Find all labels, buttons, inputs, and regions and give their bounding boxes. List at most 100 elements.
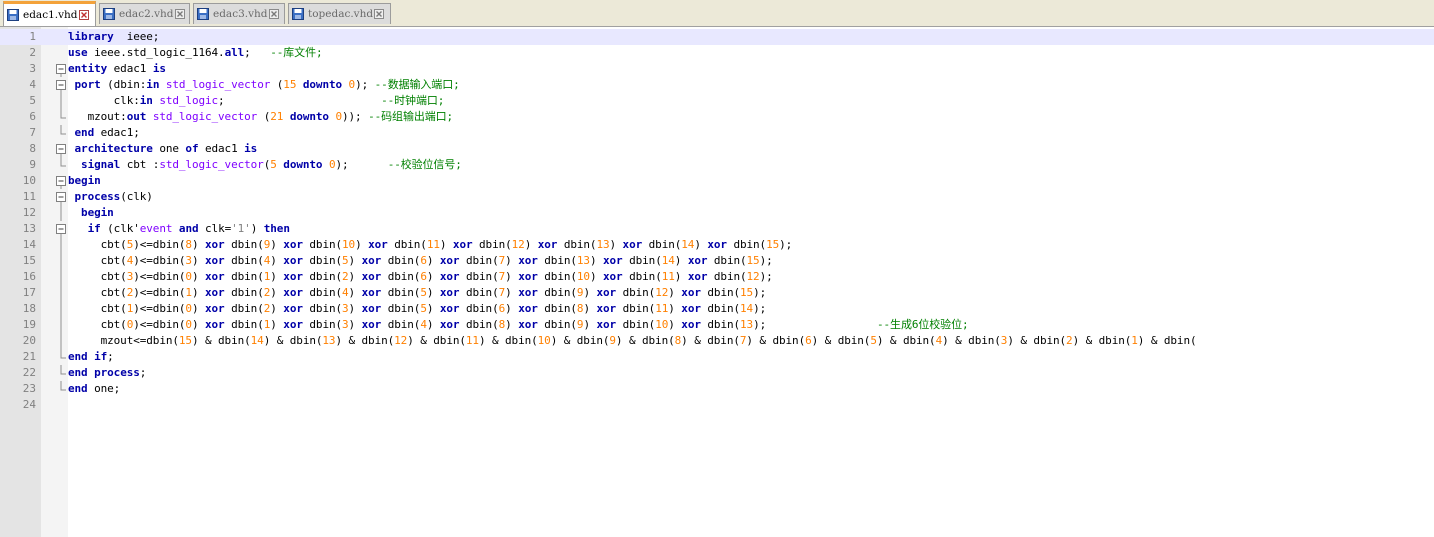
code-line[interactable]: 11 process(clk)	[0, 189, 1434, 205]
code-token: xor	[596, 302, 617, 315]
code-line[interactable]: 24	[0, 397, 1434, 413]
code-token: xor	[439, 286, 460, 299]
code-line[interactable]: 19 cbt(0)<=dbin(0) xor dbin(1) xor dbin(…	[0, 317, 1434, 333]
code-line[interactable]: 18 cbt(1)<=dbin(0) xor dbin(2) xor dbin(…	[0, 301, 1434, 317]
code-token: )	[270, 270, 284, 283]
close-icon[interactable]	[174, 9, 185, 19]
code-token: )	[348, 318, 362, 331]
code-token: downto	[289, 110, 329, 123]
code-line[interactable]: 8 architecture one of edac1 is	[0, 141, 1434, 157]
code-token: cbt(	[68, 270, 127, 283]
code-token: dbin(	[616, 318, 656, 331]
code-line[interactable]: 13 if (clk'event and clk='1') then	[0, 221, 1434, 237]
code-token: )	[270, 254, 284, 267]
fold-line-icon	[55, 109, 67, 125]
code-token: process	[94, 366, 140, 379]
code-token: 10	[655, 318, 669, 331]
code-token: ;	[244, 46, 271, 59]
code-token: )<=dbin(	[133, 318, 186, 331]
code-token: xor	[361, 270, 382, 283]
code-token: )	[583, 286, 597, 299]
code-line[interactable]: 16 cbt(3)<=dbin(0) xor dbin(1) xor dbin(…	[0, 269, 1434, 285]
code-line[interactable]: 10 begin	[0, 173, 1434, 189]
code-token: is	[244, 142, 258, 155]
line-number: 4	[29, 78, 36, 91]
code-line[interactable]: 9 signal cbt :std_logic_vector(5 downto …	[0, 157, 1434, 173]
line-number: 3	[29, 62, 36, 75]
code-line[interactable]: 15 cbt(4)<=dbin(3) xor dbin(4) xor dbin(…	[0, 253, 1434, 269]
fold-line-icon	[55, 237, 67, 253]
code-token: dbin(	[459, 270, 499, 283]
code-token: )	[191, 286, 205, 299]
fold-toggle-icon[interactable]	[55, 77, 67, 93]
code-token: 10	[537, 334, 551, 347]
code-line[interactable]: 6 mzout:out std_logic_vector (21 downto …	[0, 109, 1434, 125]
code-line[interactable]: 2 use ieee.std_logic_1164.all; --库文件;	[0, 45, 1434, 61]
code-editor[interactable]: 1 library ieee; 2 use ieee.std_logic_1164.a…	[0, 27, 1434, 537]
code-token: )	[426, 302, 440, 315]
code-token: 14	[661, 254, 675, 267]
code-token: 15	[283, 78, 297, 91]
fold-line-icon	[55, 285, 67, 301]
code-line[interactable]: 5 clk:in std_logic; --时钟端口;	[0, 93, 1434, 109]
code-token: cbt(	[68, 302, 127, 315]
code-line[interactable]: 22 end process;	[0, 365, 1434, 381]
code-token: one	[152, 142, 186, 155]
fold-line-icon	[55, 349, 67, 365]
code-line[interactable]: 4 port (dbin:in std_logic_vector (15 dow…	[0, 77, 1434, 93]
fold-line-icon	[55, 317, 67, 333]
code-token: dbin(	[700, 286, 741, 299]
code-token: end	[68, 126, 95, 139]
code-token: ;	[218, 94, 382, 107]
code-token: 10	[342, 238, 356, 251]
fold-toggle-icon[interactable]	[55, 189, 67, 205]
code-token: then	[263, 222, 290, 235]
line-number: 2	[29, 46, 36, 59]
code-token: 14	[740, 302, 754, 315]
code-token: )	[583, 318, 597, 331]
fold-line-icon	[55, 157, 67, 173]
code-line[interactable]: 12 begin	[0, 205, 1434, 221]
tab-label: edac1.vhd	[23, 9, 78, 21]
code-token: )	[348, 254, 362, 267]
code-token: end	[68, 350, 88, 363]
code-token: )	[348, 270, 362, 283]
tab-edac3[interactable]: edac3.vhd	[193, 3, 285, 24]
code-token: end	[68, 366, 88, 379]
code-line[interactable]: 14 cbt(5)<=dbin(8) xor dbin(9) xor dbin(…	[0, 237, 1434, 253]
code-line[interactable]: 20 mzout<=dbin(15) & dbin(14) & dbin(13)…	[0, 333, 1434, 349]
code-token: xor	[603, 270, 623, 283]
code-token: xor	[518, 318, 538, 331]
close-icon[interactable]	[374, 9, 385, 19]
code-text: architecture one of edac1 is	[68, 141, 258, 157]
fold-toggle-icon[interactable]	[55, 61, 67, 77]
code-token: dbin(	[224, 286, 264, 299]
tab-edac1[interactable]: edac1.vhd	[3, 1, 96, 26]
code-line[interactable]: 23 end one;	[0, 381, 1434, 397]
line-number: 13	[22, 222, 36, 235]
code-text: if (clk'event and clk='1') then	[68, 221, 290, 237]
close-icon[interactable]	[268, 9, 279, 19]
code-token: dbin(	[224, 270, 264, 283]
code-token: dbin(	[224, 238, 264, 251]
tab-edac2[interactable]: edac2.vhd	[99, 3, 190, 24]
code-line[interactable]: 17 cbt(2)<=dbin(1) xor dbin(2) xor dbin(…	[0, 285, 1434, 301]
code-token: 13	[596, 238, 610, 251]
fold-toggle-icon[interactable]	[55, 141, 67, 157]
code-line[interactable]: 3 entity edac1 is	[0, 61, 1434, 77]
fold-toggle-icon[interactable]	[55, 173, 67, 189]
code-token: dbin(	[381, 254, 421, 267]
code-token: xor	[518, 302, 538, 315]
code-line[interactable]: 7 end edac1;	[0, 125, 1434, 141]
tab-label: edac2.vhd	[119, 8, 174, 20]
code-line[interactable]: 1 library ieee;	[0, 29, 1434, 45]
close-icon[interactable]	[78, 10, 89, 20]
code-line[interactable]: 21 end if;	[0, 349, 1434, 365]
code-token: xor	[439, 254, 460, 267]
tab-topedac[interactable]: topedac.vhd	[288, 3, 391, 24]
code-token: )	[505, 302, 519, 315]
fold-toggle-icon[interactable]	[55, 221, 67, 237]
code-token: end	[68, 382, 88, 395]
code-token: )<=dbin(	[133, 270, 186, 283]
code-token: std_logic_vector	[165, 78, 271, 91]
